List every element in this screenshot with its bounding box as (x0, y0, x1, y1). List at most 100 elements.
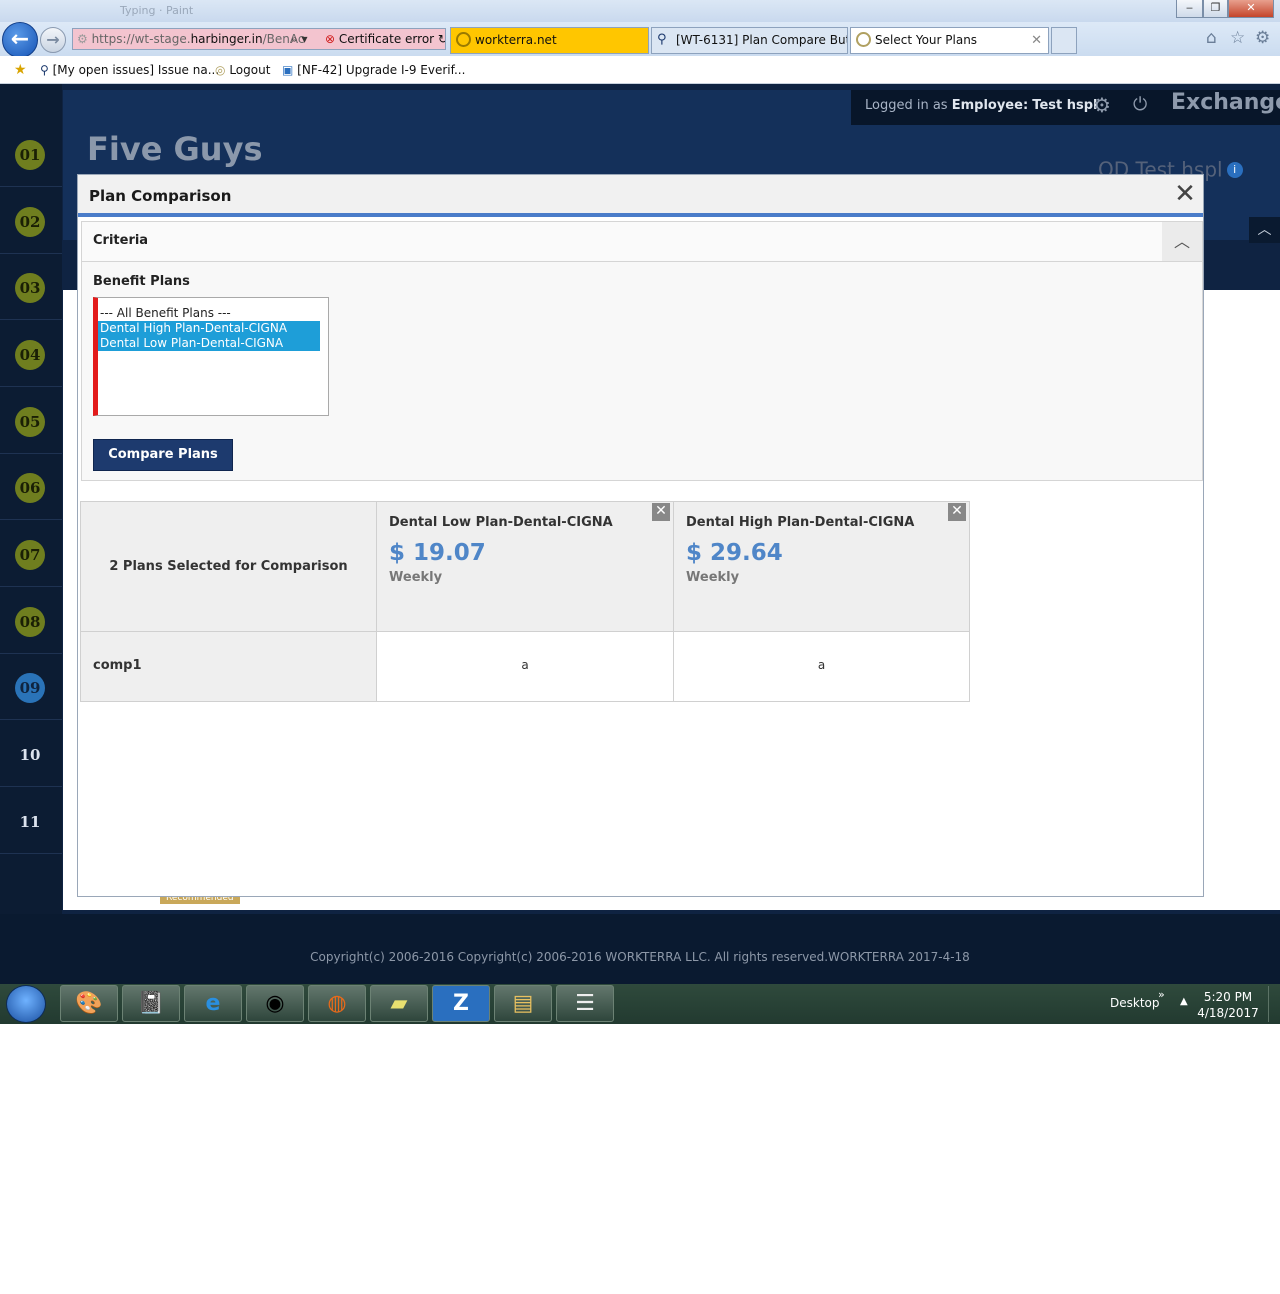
step-item[interactable]: 01 (0, 121, 62, 187)
benefit-plans-select[interactable]: --- All Benefit Plans --- Dental High Pl… (93, 297, 329, 416)
tab-jira[interactable]: ⚲ [WT-6131] Plan Compare Butt... (651, 27, 848, 54)
step-number: 02 (15, 207, 45, 237)
step-item[interactable]: 10 (0, 721, 62, 787)
plan-price: $ 19.07 (389, 540, 486, 566)
file-explorer-icon[interactable]: ▤ (494, 985, 552, 1022)
remove-plan-icon[interactable]: ✕ (948, 503, 966, 521)
chevron-up-icon[interactable]: ︿ (1162, 222, 1202, 261)
browser-navbar: ← → ⚙ https://wt-stage.harbinger.in/BenA… (0, 22, 1280, 58)
site-icon (456, 32, 471, 47)
favorites-icon[interactable]: ★ (14, 56, 27, 84)
z-app-icon[interactable]: Z (432, 985, 490, 1022)
address-bar[interactable]: ⚙ https://wt-stage.harbinger.in/BenAc ⌕ … (72, 28, 446, 50)
cert-error-icon: ⊗ (325, 32, 336, 46)
select-option[interactable]: --- All Benefit Plans --- (98, 306, 320, 321)
restore-button[interactable]: ❐ (1203, 0, 1228, 18)
search-icon[interactable]: ⌕ ▾ (291, 29, 308, 49)
step-item[interactable]: 02 (0, 188, 62, 254)
plan-frequency: Weekly (686, 570, 740, 585)
compare-plans-button[interactable]: Compare Plans (93, 439, 233, 471)
remove-plan-icon[interactable]: ✕ (652, 503, 670, 521)
home-icon[interactable]: ⌂ (1206, 28, 1217, 48)
address-subdomain: wt-stage. (134, 32, 191, 46)
step-item[interactable]: 07 (0, 521, 62, 587)
start-button[interactable] (6, 985, 46, 1023)
minimize-button[interactable]: ‒ (1176, 0, 1203, 18)
tab-label: Select Your Plans (875, 33, 978, 47)
steps-sidebar: 01 02 03 04 05 06 07 08 09 10 11 (0, 84, 62, 914)
paint-icon[interactable]: 🎨 (60, 985, 118, 1022)
new-tab-button[interactable] (1051, 27, 1077, 54)
plan-header-cell: Dental Low Plan-Dental-CIGNA $ 19.07 Wee… (376, 501, 674, 632)
step-number: 06 (15, 473, 45, 503)
chevron-up-icon[interactable]: ︿ (1249, 217, 1280, 243)
chevron-right-icon[interactable]: » (1158, 988, 1165, 1001)
forward-button[interactable]: → (40, 27, 66, 53)
cert-error-label: Certificate error (338, 32, 435, 46)
fav-label: Logout (229, 63, 271, 77)
clock-date: 4/18/2017 (1197, 1006, 1259, 1020)
back-button[interactable]: ← (2, 22, 38, 58)
notepad-icon[interactable]: 📓 (122, 985, 180, 1022)
login-prefix: Logged in as (865, 98, 948, 113)
system-clock[interactable]: 5:20 PM 4/18/2017 (1196, 989, 1260, 1021)
step-number: 11 (19, 813, 41, 831)
jira-icon: ⚲ (657, 32, 667, 47)
tools-gear-icon[interactable]: ⚙ (1255, 28, 1270, 48)
step-item[interactable]: 05 (0, 388, 62, 454)
step-item[interactable]: 11 (0, 788, 62, 854)
criteria-header[interactable]: Criteria ︿ (82, 222, 1202, 262)
select-option-selected[interactable]: Dental Low Plan-Dental-CIGNA (98, 336, 320, 351)
ie-page-icon: ▣ (282, 63, 294, 77)
settings-gear-icon[interactable]: ⚙ (1093, 90, 1111, 120)
tab-select-plans[interactable]: Select Your Plans ✕ (850, 27, 1049, 54)
fav-item-nf42[interactable]: ▣ [NF-42] Upgrade I-9 Everif... (282, 56, 465, 84)
plan-price: $ 29.64 (686, 540, 783, 566)
favorites-bar: ★ ⚲ [My open issues] Issue na... ◎ Logou… (0, 56, 1280, 84)
info-icon[interactable]: i (1226, 161, 1243, 178)
tray-expand-icon[interactable]: ▲ (1180, 996, 1188, 1007)
refresh-icon[interactable]: ↻ (438, 32, 445, 46)
fav-item-logout[interactable]: ◎ Logout (215, 56, 270, 84)
show-desktop-button[interactable] (1268, 986, 1278, 1022)
step-number: 04 (15, 340, 45, 370)
step-item[interactable]: 03 (0, 254, 62, 320)
close-icon[interactable]: ✕ (1171, 181, 1199, 209)
step-number: 03 (15, 273, 45, 303)
fav-label: [NF-42] Upgrade I-9 Everif... (297, 63, 466, 77)
plan-name: Dental High Plan-Dental-CIGNA (686, 515, 915, 530)
firefox-icon[interactable]: ◍ (308, 985, 366, 1022)
footer: Copyright(c) 2006-2016 Copyright(c) 2006… (0, 914, 1280, 984)
favorites-star-icon[interactable]: ☆ (1230, 28, 1245, 48)
window-title: Typing · Paint (120, 4, 194, 17)
tab-close-icon[interactable]: ✕ (1031, 28, 1042, 53)
value-cell: a (376, 631, 674, 702)
step-number: 01 (15, 140, 45, 170)
step-item[interactable]: 06 (0, 454, 62, 520)
tab-label: [WT-6131] Plan Compare Butt... (676, 33, 848, 47)
benefit-plans-label: Benefit Plans (93, 274, 190, 289)
step-item-active[interactable]: 09 (0, 654, 62, 720)
plan-comparison-modal: Plan Comparison ✕ Criteria ︿ Benefit Pla… (77, 174, 1204, 897)
tab-workterra[interactable]: workterra.net (450, 27, 649, 54)
internet-explorer-icon[interactable]: e (184, 985, 242, 1022)
taskbar: 🎨 📓 e ◉ ◍ ▰ Z ▤ ☰ Desktop » ▲ 5:20 PM 4/… (0, 984, 1280, 1024)
row-label: comp1 (93, 658, 142, 673)
step-number: 10 (19, 746, 41, 764)
criteria-panel: Criteria ︿ Benefit Plans --- All Benefit… (81, 221, 1203, 481)
window-close-button[interactable]: ✕ (1228, 0, 1274, 18)
step-item[interactable]: 04 (0, 321, 62, 387)
certificate-error[interactable]: ⊗ Certificate error ↻ (325, 29, 445, 49)
site-icon: ◎ (215, 63, 226, 77)
fav-item-open-issues[interactable]: ⚲ [My open issues] Issue na... (40, 56, 219, 84)
step-item[interactable]: 08 (0, 588, 62, 654)
power-icon[interactable]: ⏻ (1133, 90, 1147, 120)
chrome-icon[interactable]: ◉ (246, 985, 304, 1022)
step-number: 09 (15, 673, 45, 703)
desktop-toolbar-label[interactable]: Desktop (1110, 996, 1160, 1010)
document-icon[interactable]: ☰ (556, 985, 614, 1022)
login-role: Employee: (951, 98, 1029, 113)
select-option-selected[interactable]: Dental High Plan-Dental-CIGNA (98, 321, 320, 336)
login-user: Test hspl (1032, 98, 1098, 113)
sticky-notes-icon[interactable]: ▰ (370, 985, 428, 1022)
